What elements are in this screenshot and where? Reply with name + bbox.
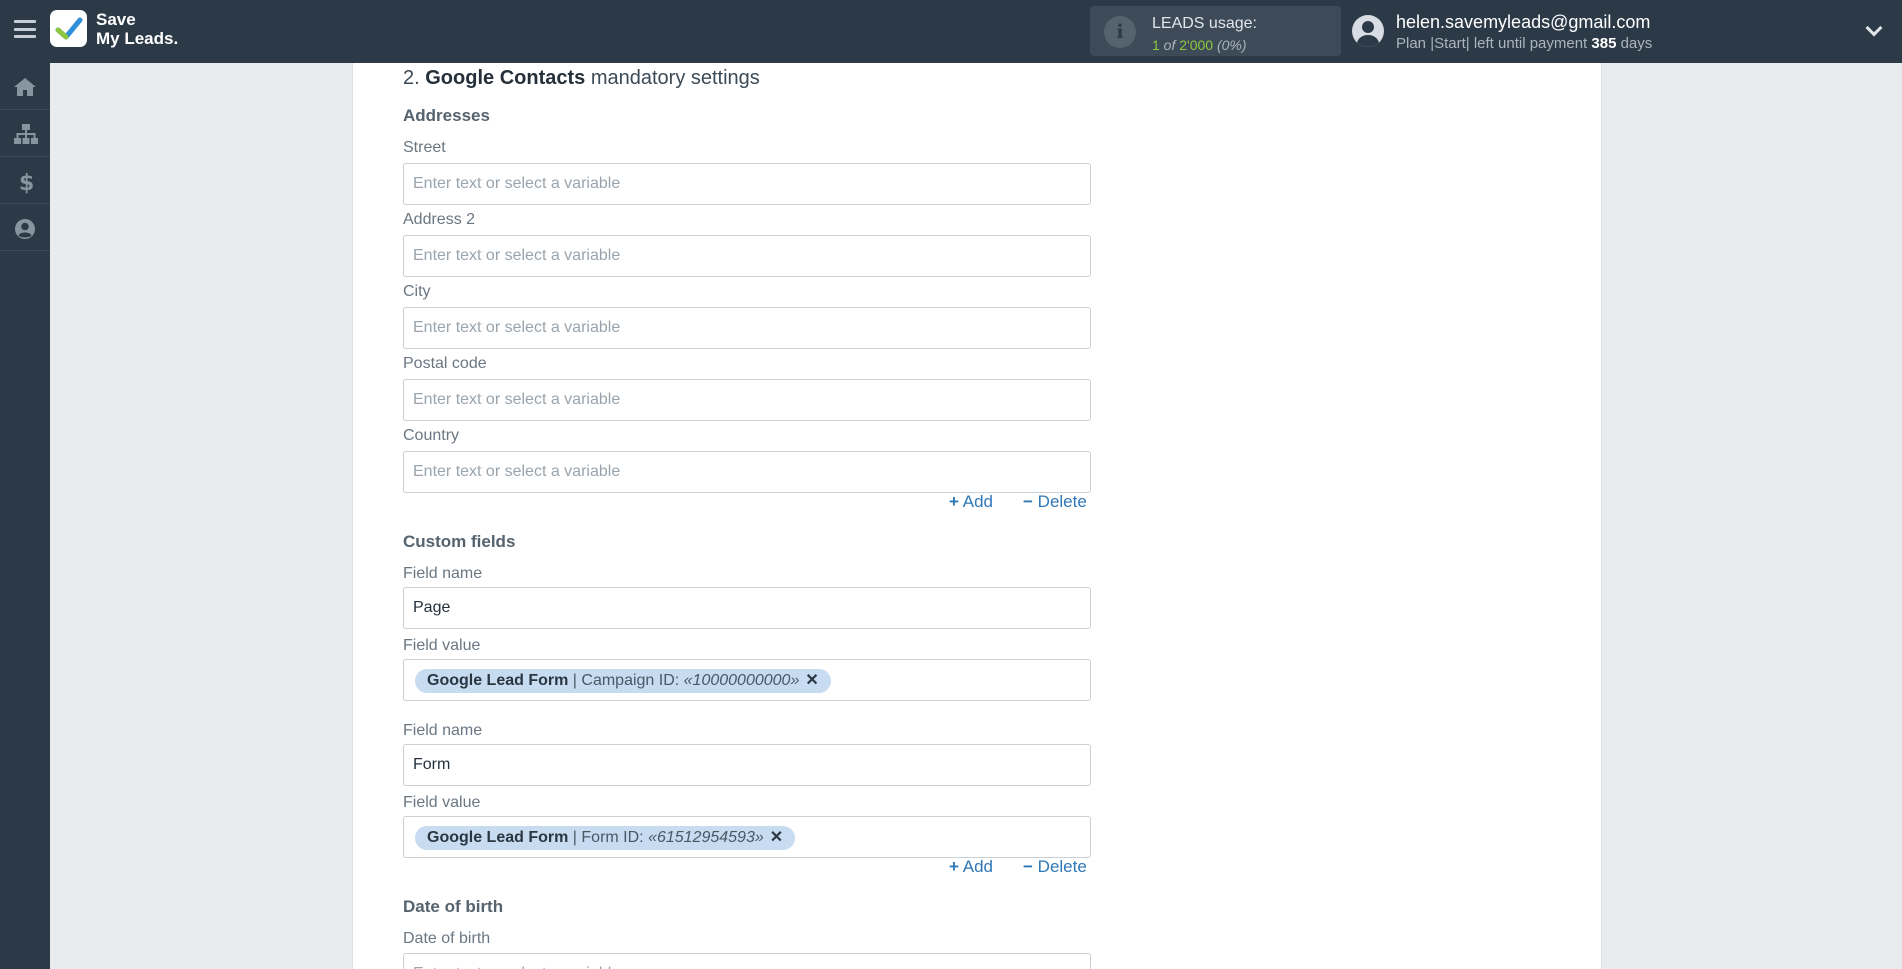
sidebar: $ bbox=[0, 63, 50, 969]
logo-line-1: Save bbox=[96, 10, 136, 29]
usage-total: 2'000 bbox=[1179, 37, 1214, 53]
custom-fields-add-button[interactable]: + Add bbox=[949, 857, 993, 877]
variable-tag[interactable]: Google Lead Form | Form ID: «61512954593… bbox=[415, 826, 796, 850]
logo-icon[interactable] bbox=[50, 10, 87, 47]
usage-used: 1 bbox=[1152, 37, 1160, 53]
settings-card: 2. Google Contacts mandatory settings Ad… bbox=[352, 63, 1602, 969]
menu-icon[interactable] bbox=[14, 20, 36, 38]
home-icon bbox=[14, 78, 36, 96]
sidebar-item-billing[interactable]: $ bbox=[0, 157, 50, 204]
tag-value: «61512954593» bbox=[648, 829, 764, 846]
usage-of: of bbox=[1159, 37, 1180, 53]
street-input[interactable] bbox=[403, 163, 1091, 205]
field-name-label: Field name bbox=[403, 565, 483, 582]
delete-label: Delete bbox=[1037, 492, 1087, 511]
usage-count: 1 of 2'000 (0%) bbox=[1152, 37, 1247, 53]
top-bar: Save My Leads. i LEADS usage: 1 of 2'000… bbox=[0, 0, 1902, 63]
city-input[interactable] bbox=[403, 307, 1091, 349]
section-suffix: mandatory settings bbox=[590, 67, 760, 89]
country-input[interactable] bbox=[403, 451, 1091, 493]
custom-fields-title: Custom fields bbox=[403, 532, 516, 551]
field-value-input[interactable]: Google Lead Form | Form ID: «61512954593… bbox=[403, 816, 1091, 858]
svg-text:$: $ bbox=[19, 171, 34, 194]
logo-line-2: My Leads. bbox=[96, 29, 179, 48]
street-label: Street bbox=[403, 139, 446, 156]
tag-source: Google Lead Form bbox=[427, 829, 569, 846]
field-name-input[interactable] bbox=[403, 587, 1091, 629]
country-label: Country bbox=[403, 427, 460, 444]
sidebar-item-connections[interactable] bbox=[0, 110, 50, 157]
postal-code-label: Postal code bbox=[403, 355, 487, 372]
field-value-input[interactable]: Google Lead Form | Campaign ID: «1000000… bbox=[403, 659, 1091, 701]
section-title: 2. Google Contacts mandatory settings bbox=[403, 67, 760, 90]
plan-days: 385 bbox=[1591, 35, 1617, 52]
section-service: Google Contacts bbox=[425, 67, 586, 89]
field-name-input[interactable] bbox=[403, 744, 1091, 786]
sidebar-item-home[interactable] bbox=[0, 63, 50, 110]
sidebar-item-account[interactable] bbox=[0, 204, 50, 251]
user-circle-icon bbox=[15, 219, 35, 239]
custom-fields-delete-button[interactable]: − Delete bbox=[1023, 857, 1087, 877]
plan-suffix: days bbox=[1616, 35, 1653, 52]
date-of-birth-label: Date of birth bbox=[403, 930, 491, 947]
delete-label: Delete bbox=[1037, 857, 1087, 876]
address2-label: Address 2 bbox=[403, 211, 476, 228]
usage-percent: (0%) bbox=[1213, 37, 1247, 53]
address2-input[interactable] bbox=[403, 235, 1091, 277]
user-email[interactable]: helen.savemyleads@gmail.com bbox=[1396, 12, 1650, 33]
city-label: City bbox=[403, 283, 431, 300]
tag-source: Google Lead Form bbox=[427, 672, 569, 689]
date-of-birth-title: Date of birth bbox=[403, 897, 504, 916]
tag-value: «10000000000» bbox=[683, 672, 800, 689]
tag-field: | Form ID: bbox=[568, 829, 649, 846]
date-of-birth-input[interactable] bbox=[403, 953, 1091, 969]
add-label: Add bbox=[962, 857, 993, 876]
info-icon: i bbox=[1104, 16, 1136, 48]
section-number: 2. bbox=[403, 67, 420, 89]
chevron-down-icon[interactable] bbox=[1865, 19, 1883, 37]
field-value-label: Field value bbox=[403, 637, 481, 654]
leads-usage-panel: i LEADS usage: 1 of 2'000 (0%) bbox=[1090, 6, 1341, 56]
plan-prefix: Plan |Start| left until payment bbox=[1396, 35, 1592, 52]
postal-code-input[interactable] bbox=[403, 379, 1091, 421]
remove-tag-icon[interactable]: ✕ bbox=[805, 672, 818, 689]
remove-tag-icon[interactable]: ✕ bbox=[770, 829, 783, 846]
addresses-delete-button[interactable]: − Delete bbox=[1023, 492, 1087, 512]
variable-tag[interactable]: Google Lead Form | Campaign ID: «1000000… bbox=[415, 669, 831, 693]
addresses-add-button[interactable]: + Add bbox=[949, 492, 993, 512]
add-label: Add bbox=[962, 492, 993, 511]
tag-field: | Campaign ID: bbox=[568, 672, 684, 689]
usage-title: LEADS usage: bbox=[1152, 15, 1257, 32]
sitemap-icon bbox=[14, 124, 38, 144]
user-avatar-icon[interactable] bbox=[1352, 15, 1384, 47]
addresses-title: Addresses bbox=[403, 106, 490, 125]
dollar-icon: $ bbox=[19, 171, 34, 194]
logo-text[interactable]: Save My Leads. bbox=[96, 10, 178, 48]
field-name-label: Field name bbox=[403, 722, 483, 739]
field-value-label: Field value bbox=[403, 794, 481, 811]
user-plan: Plan |Start| left until payment 385 days bbox=[1396, 35, 1652, 52]
